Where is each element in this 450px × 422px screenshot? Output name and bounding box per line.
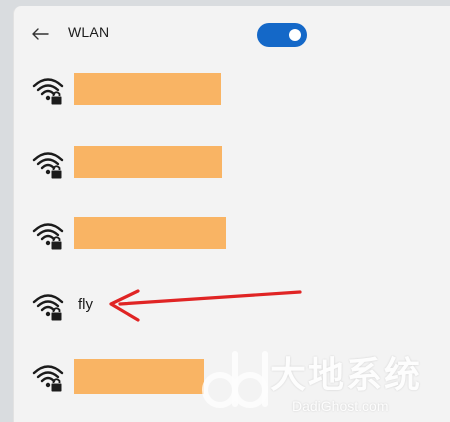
wifi-secured-icon — [32, 365, 64, 393]
wifi-secured-icon — [32, 294, 64, 322]
network-item[interactable] — [14, 207, 450, 267]
redacted-network-name — [74, 217, 226, 249]
wifi-secured-icon — [32, 78, 64, 106]
network-name: fly — [78, 296, 93, 313]
redacted-network-name — [74, 359, 204, 394]
wlan-panel: WLAN fly — [13, 6, 450, 422]
redacted-network-name — [74, 73, 221, 105]
wifi-secured-icon — [32, 223, 64, 251]
network-item[interactable] — [14, 62, 450, 122]
network-item[interactable] — [14, 349, 450, 409]
redacted-network-name — [74, 146, 222, 178]
network-item-fly[interactable]: fly — [14, 278, 450, 338]
wifi-secured-icon — [32, 152, 64, 180]
network-item[interactable] — [14, 136, 450, 196]
network-list: fly — [14, 6, 450, 422]
